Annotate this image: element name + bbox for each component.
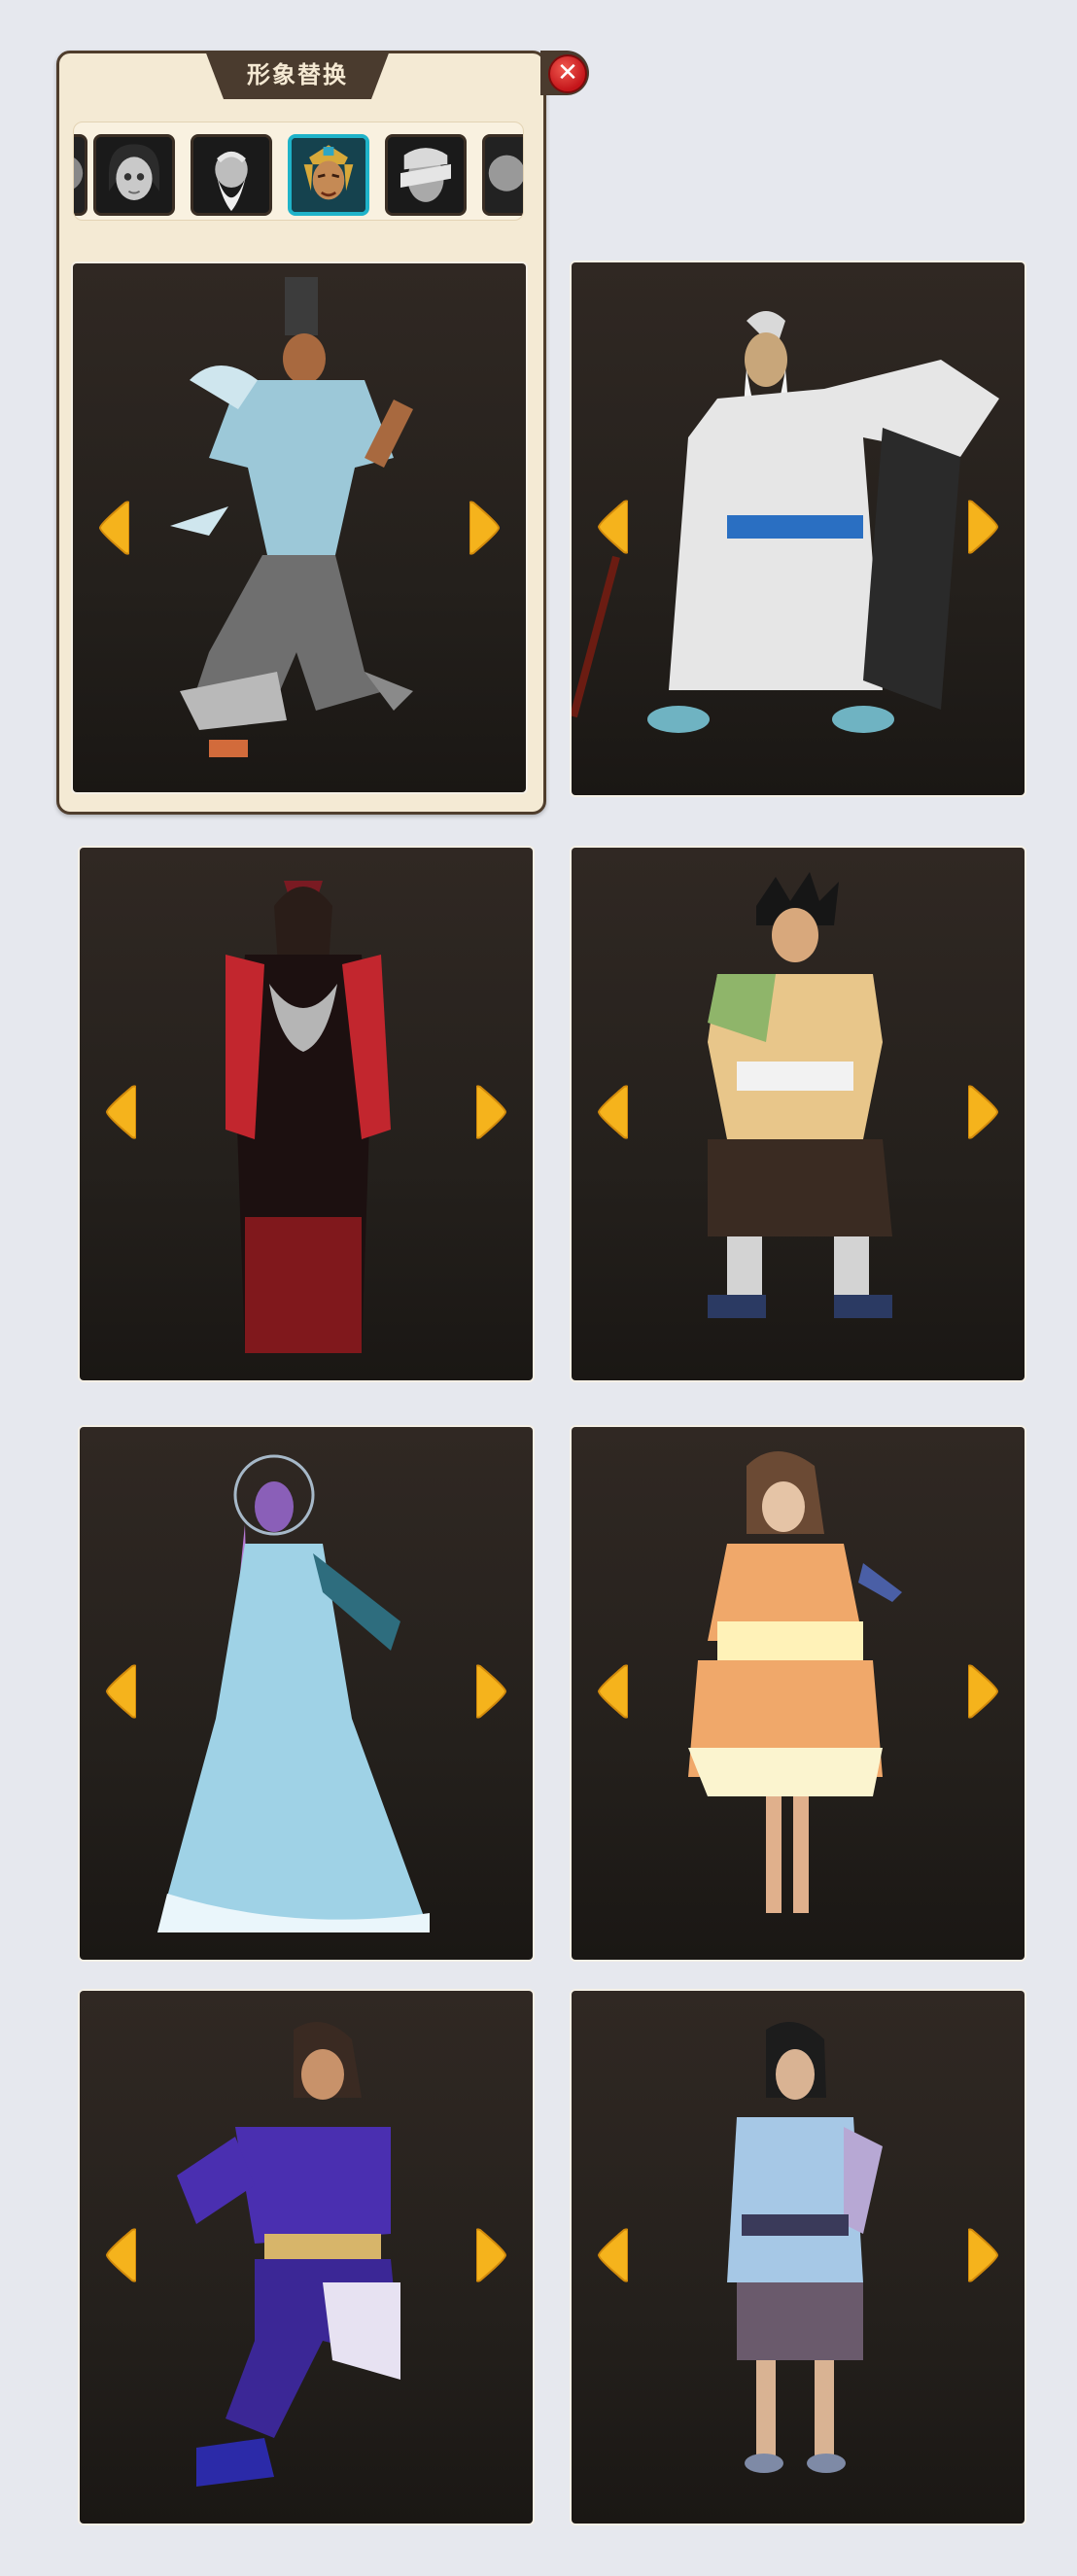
- dialog-title-tab: 形象替换: [205, 51, 390, 99]
- dialog-title: 形象替换: [247, 61, 348, 88]
- character-figure-scholar-warrior: [170, 277, 413, 757]
- previous-arrow-icon[interactable]: [103, 1662, 136, 1721]
- portrait-thumb-partial-left[interactable]: [74, 134, 87, 216]
- portrait-thumb-partial-right[interactable]: [482, 134, 523, 216]
- character-figure-orange-dress-girl: [688, 1451, 902, 1913]
- character-card-red-black-robed-woman: [80, 848, 533, 1380]
- character-figure-headdress-dancer: [157, 1454, 430, 1932]
- portrait-strip[interactable]: [73, 122, 524, 221]
- next-arrow-icon[interactable]: [968, 1662, 1001, 1721]
- next-arrow-icon[interactable]: [968, 2226, 1001, 2284]
- character-figure-red-black-robed-woman: [226, 881, 391, 1353]
- next-arrow-icon[interactable]: [968, 498, 1001, 556]
- close-button[interactable]: ✕: [540, 51, 589, 95]
- character-card-scholar-warrior: [73, 263, 526, 792]
- character-figure-spiky-haired-youth: [708, 872, 892, 1318]
- previous-arrow-icon[interactable]: [595, 2226, 628, 2284]
- previous-arrow-icon[interactable]: [595, 1662, 628, 1721]
- portrait-thumb-old-sage[interactable]: [191, 134, 272, 216]
- portrait-thumb-girl[interactable]: [93, 134, 175, 216]
- next-arrow-icon[interactable]: [968, 1083, 1001, 1141]
- portrait-thumb-warrior-selected[interactable]: [288, 134, 369, 216]
- character-card-purple-martial-artist: [80, 1991, 533, 2524]
- next-arrow-icon[interactable]: [476, 1083, 509, 1141]
- next-arrow-icon[interactable]: [469, 499, 503, 557]
- previous-arrow-icon[interactable]: [595, 498, 628, 556]
- portrait-thumb-masked[interactable]: [385, 134, 467, 216]
- previous-arrow-icon[interactable]: [103, 2226, 136, 2284]
- character-figure-blue-shirt-villager: [727, 2022, 883, 2473]
- character-figure-white-bearded-sage: [572, 311, 999, 733]
- character-card-orange-dress-girl: [572, 1427, 1025, 1960]
- previous-arrow-icon[interactable]: [595, 1083, 628, 1141]
- character-figure-purple-martial-artist: [177, 2022, 400, 2487]
- character-card-headdress-dancer: [80, 1427, 533, 1960]
- close-icon[interactable]: ✕: [548, 54, 587, 93]
- previous-arrow-icon[interactable]: [96, 499, 129, 557]
- image-replace-dialog: 形象替换: [56, 51, 546, 815]
- next-arrow-icon[interactable]: [476, 1662, 509, 1721]
- character-card-blue-shirt-villager: [572, 1991, 1025, 2524]
- previous-arrow-icon[interactable]: [103, 1083, 136, 1141]
- character-card-white-bearded-sage: [572, 262, 1025, 795]
- next-arrow-icon[interactable]: [476, 2226, 509, 2284]
- character-card-spiky-haired-youth: [572, 848, 1025, 1380]
